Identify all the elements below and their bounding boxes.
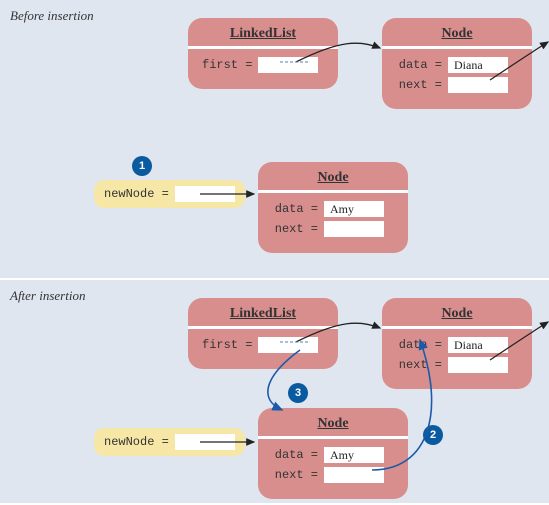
before-insertion-panel: Before insertion LinkedList first = Node… <box>0 0 549 280</box>
field-first: first = <box>202 57 324 73</box>
field-data: data = Diana <box>396 57 518 73</box>
step-2-badge: 2 <box>423 425 443 445</box>
newnode-value-before <box>175 186 235 202</box>
diana-node-after: Node data = Diana next = <box>382 298 532 389</box>
amy-node-after: Node data = Amy next = <box>258 408 408 499</box>
newnode-label: newNode = <box>104 435 169 449</box>
data-label: data = <box>272 202 318 216</box>
linkedlist-box-before: LinkedList first = <box>188 18 338 89</box>
divider <box>382 46 532 49</box>
linkedlist-title: LinkedList <box>202 306 324 322</box>
first-label: first = <box>202 58 252 72</box>
step-1-badge: 1 <box>132 156 152 176</box>
field-next: next = <box>272 467 394 483</box>
amy-next-value-after <box>324 467 384 483</box>
after-insertion-panel: After insertion LinkedList first = Node … <box>0 280 549 505</box>
node-title: Node <box>396 306 518 322</box>
divider <box>258 190 408 193</box>
step-3-badge: 3 <box>288 383 308 403</box>
field-data: data = Diana <box>396 337 518 353</box>
node-title: Node <box>396 26 518 42</box>
newnode-var-after: newNode = <box>94 428 245 456</box>
diana-node-before: Node data = Diana next = <box>382 18 532 109</box>
amy-node-before: Node data = Amy next = <box>258 162 408 253</box>
before-label: Before insertion <box>10 8 94 24</box>
next-label: next = <box>272 468 318 482</box>
field-first: first = <box>202 337 324 353</box>
data-label: data = <box>396 58 442 72</box>
data-label: data = <box>396 338 442 352</box>
diana-data-value: Diana <box>448 337 508 353</box>
data-label: data = <box>272 448 318 462</box>
field-next: next = <box>272 221 394 237</box>
amy-data-value-after: Amy <box>324 447 384 463</box>
diana-next-value-before <box>448 77 508 93</box>
amy-data-value-before: Amy <box>324 201 384 217</box>
next-label: next = <box>396 358 442 372</box>
divider <box>188 326 338 329</box>
field-next: next = <box>396 357 518 373</box>
divider <box>382 326 532 329</box>
first-label: first = <box>202 338 252 352</box>
node-title: Node <box>272 416 394 432</box>
node-title: Node <box>272 170 394 186</box>
newnode-var-before: newNode = <box>94 180 245 208</box>
field-next: next = <box>396 77 518 93</box>
newnode-label: newNode = <box>104 187 169 201</box>
newnode-value-after <box>175 434 235 450</box>
first-value-before <box>258 57 318 73</box>
divider <box>258 436 408 439</box>
next-label: next = <box>272 222 318 236</box>
after-label: After insertion <box>10 288 85 304</box>
field-data: data = Amy <box>272 201 394 217</box>
linkedlist-title: LinkedList <box>202 26 324 42</box>
divider <box>188 46 338 49</box>
first-value-after <box>258 337 318 353</box>
diana-data-value: Diana <box>448 57 508 73</box>
amy-next-value-before <box>324 221 384 237</box>
diana-next-value-after <box>448 357 508 373</box>
field-data: data = Amy <box>272 447 394 463</box>
next-label: next = <box>396 78 442 92</box>
linkedlist-box-after: LinkedList first = <box>188 298 338 369</box>
